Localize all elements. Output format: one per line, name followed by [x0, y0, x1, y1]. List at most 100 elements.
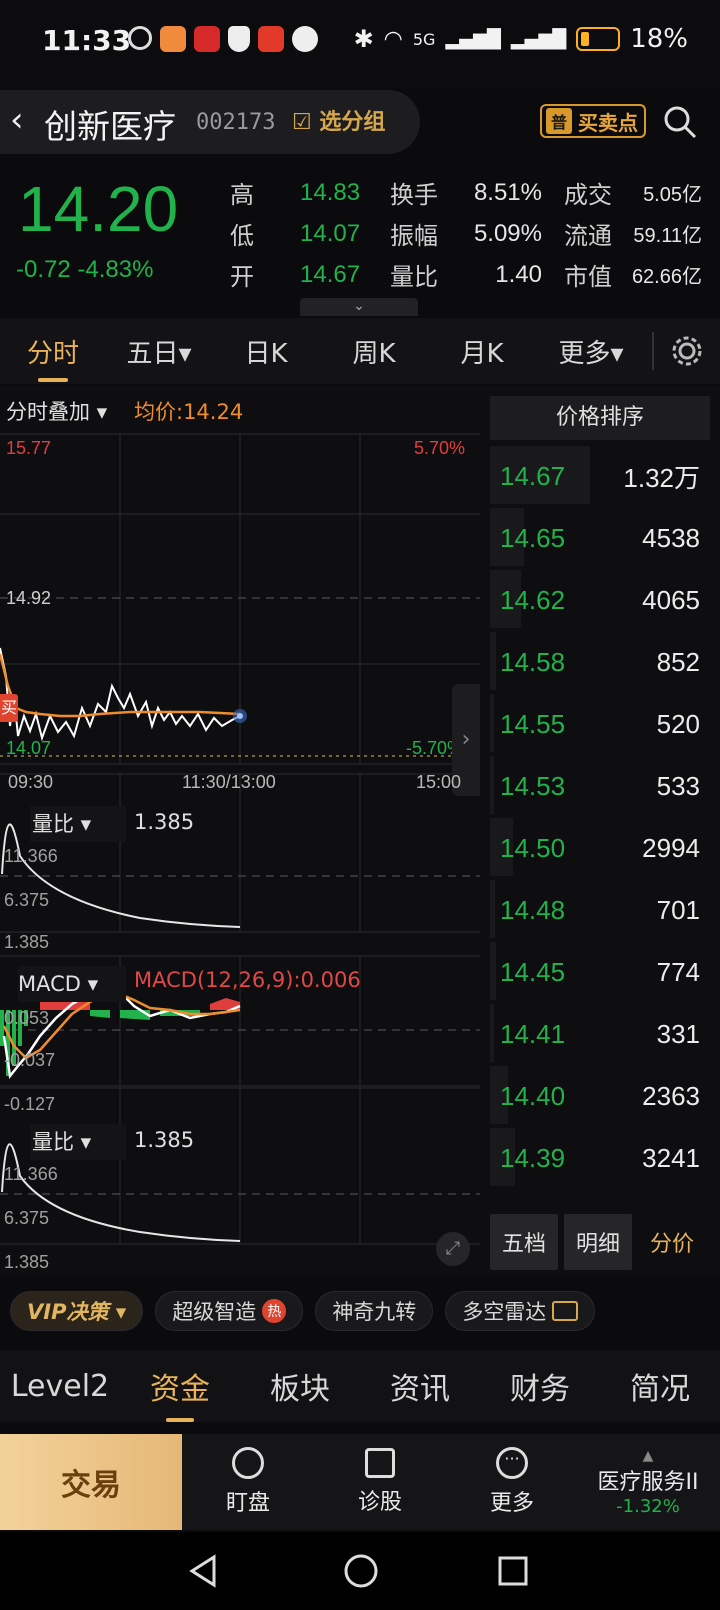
signal-icon: 5G: [412, 29, 436, 49]
buy-sell-badge: 普: [546, 108, 572, 134]
tab-details[interactable]: 明细: [564, 1214, 632, 1270]
active-tab-indicator: [38, 378, 68, 382]
time-label-midday: 11:30/13:00: [182, 772, 276, 792]
vol-ratio-dropdown[interactable]: 量比 ▾: [30, 806, 126, 842]
tab-daily-k[interactable]: 日K: [212, 333, 320, 370]
overlay-dropdown[interactable]: 分时叠加 ▾: [6, 396, 107, 426]
vr-tick-bottom: 1.385: [4, 932, 50, 952]
time-label-close: 15:00: [416, 772, 462, 792]
tab-more[interactable]: 更多▾: [536, 333, 646, 370]
hot-badge: 热: [262, 1299, 287, 1323]
quote-label: 开: [230, 263, 254, 291]
tab-monthly-k[interactable]: 月K: [428, 333, 536, 370]
ladder-price: 14.62: [500, 584, 566, 615]
price-ladder-row: 14.62 4065: [490, 570, 710, 630]
ladder-volume: 331: [656, 1018, 700, 1049]
quote-row: 高 14.83 换手 8.51% 成交 5.05亿: [230, 172, 710, 213]
buy-sell-point-button[interactable]: 普买卖点: [540, 104, 646, 138]
price-ladder-row: 14.53 533: [490, 756, 710, 816]
quote-table: 高 14.83 换手 8.51% 成交 5.05亿 低 14.07 振幅 5.0…: [230, 172, 710, 295]
super-smart-chip[interactable]: 超级智造热: [155, 1291, 304, 1331]
quote-value: 5.09%: [473, 219, 542, 247]
back-arrow-icon[interactable]: ‹: [10, 100, 24, 140]
select-group-button[interactable]: ☑ 选分组: [292, 104, 385, 136]
ladder-price: 14.41: [500, 1018, 566, 1049]
expand-quote-handle[interactable]: ⌄: [300, 298, 418, 316]
search-icon[interactable]: [662, 104, 698, 140]
quote-label: 流通: [564, 222, 612, 250]
chart-period-tabs: 分时 五日▾ 日K 周K 月K 更多▾: [0, 318, 720, 384]
quote-label: 成交: [564, 181, 612, 209]
chevron-up-icon: ▲: [642, 1447, 654, 1464]
battery-icon: [576, 27, 621, 51]
tab-intraday[interactable]: 分时: [0, 333, 106, 370]
ladder-price: 14.45: [500, 956, 566, 987]
gear-icon[interactable]: [670, 334, 704, 368]
buy-marker[interactable]: 买: [0, 694, 18, 722]
tab-funds[interactable]: 资金: [120, 1364, 240, 1408]
tab-weekly-k[interactable]: 周K: [320, 333, 428, 370]
quote-value: 59.11亿: [633, 225, 702, 247]
ladder-price: 14.55: [500, 708, 566, 739]
vip-decision-chip[interactable]: VIP决策 ▾: [10, 1291, 144, 1331]
tab-profile[interactable]: 简况: [600, 1364, 720, 1408]
price-ladder-row: 14.39 3241: [490, 1128, 710, 1188]
tab-price-distribution[interactable]: 分价: [638, 1214, 706, 1270]
watch-button[interactable]: 盯盘: [182, 1434, 314, 1530]
signal-bars-icon: ▂▄▆█: [445, 28, 501, 50]
tab-news[interactable]: 资讯: [360, 1364, 480, 1408]
vr-tick-mid: 6.375: [4, 890, 50, 910]
nav-back-icon[interactable]: [186, 1554, 220, 1588]
quote-label: 市值: [564, 263, 612, 291]
ladder-volume: 4065: [642, 584, 700, 615]
info-section-tabs: Level2 资金 板块 资讯 财务 简况: [0, 1350, 720, 1422]
checkbox-icon: ☑: [292, 110, 320, 135]
avg-price-label: 均价:14.24: [134, 400, 244, 424]
vr-tick-top: 11.366: [4, 846, 58, 866]
nav-recents-icon[interactable]: [496, 1554, 530, 1588]
fullscreen-icon[interactable]: ⤢: [436, 1232, 470, 1266]
price-ladder-row: 14.65 4538: [490, 508, 710, 568]
diagnose-button[interactable]: 诊股: [314, 1434, 446, 1530]
more-button[interactable]: ··· 更多: [446, 1434, 578, 1530]
ladder-price: 14.53: [500, 770, 566, 801]
quote-value: 5.05亿: [643, 184, 702, 206]
stock-code: 002173: [196, 110, 276, 135]
tab-finance[interactable]: 财务: [480, 1364, 600, 1408]
ladder-volume: 4538: [642, 522, 700, 553]
chat-bubble-icon: [292, 26, 318, 52]
tab-five-levels[interactable]: 五档: [490, 1214, 558, 1270]
signal-bars-icon-2: ▂▄▆█: [510, 28, 567, 50]
quote-value: 14.83: [300, 178, 361, 206]
tab-five-day[interactable]: 五日▾: [106, 333, 212, 370]
tab-divider: [652, 332, 654, 370]
ladder-volume: 520: [656, 708, 700, 739]
ladder-price: 14.58: [500, 646, 566, 677]
vol-ratio2-dropdown[interactable]: 量比 ▾: [30, 1124, 126, 1160]
latest-price-dot-core: [237, 713, 243, 719]
quote-row: 低 14.07 振幅 5.09% 流通 59.11亿: [230, 213, 710, 254]
nav-home-icon[interactable]: [342, 1552, 380, 1590]
ladder-volume: 701: [656, 894, 700, 925]
bull-bear-radar-chip[interactable]: 多空雷达: [445, 1291, 596, 1331]
quote-value: 14.67: [300, 260, 361, 288]
ladder-price: 14.67: [500, 460, 566, 491]
tab-level2[interactable]: Level2: [0, 1369, 120, 1404]
bottom-action-bar: 交易 盯盘 诊股 ··· 更多 ▲ 医疗服务II -1.32%: [0, 1434, 720, 1530]
bluetooth-icon: ✱: [353, 25, 374, 53]
ladder-volume: 533: [656, 770, 700, 801]
ladder-price: 14.39: [500, 1142, 566, 1173]
battery-percent: 18%: [630, 24, 688, 54]
ladder-volume: 1.32万: [623, 462, 700, 493]
macd-dropdown[interactable]: MACD ▾: [18, 966, 126, 1002]
app-notify-icon: [160, 26, 186, 52]
magic-nine-chip[interactable]: 神奇九转: [315, 1291, 434, 1331]
sector-index[interactable]: ▲ 医疗服务II -1.32%: [578, 1434, 718, 1530]
pct-top-tick: 5.70%: [414, 438, 466, 458]
tab-sectors[interactable]: 板块: [240, 1364, 360, 1408]
quote-label: 量比: [390, 263, 438, 291]
trade-button[interactable]: 交易: [0, 1434, 182, 1530]
vol-ratio-value: 1.385: [134, 810, 195, 834]
vr-grid: [0, 773, 480, 933]
quote-label: 低: [230, 222, 254, 250]
